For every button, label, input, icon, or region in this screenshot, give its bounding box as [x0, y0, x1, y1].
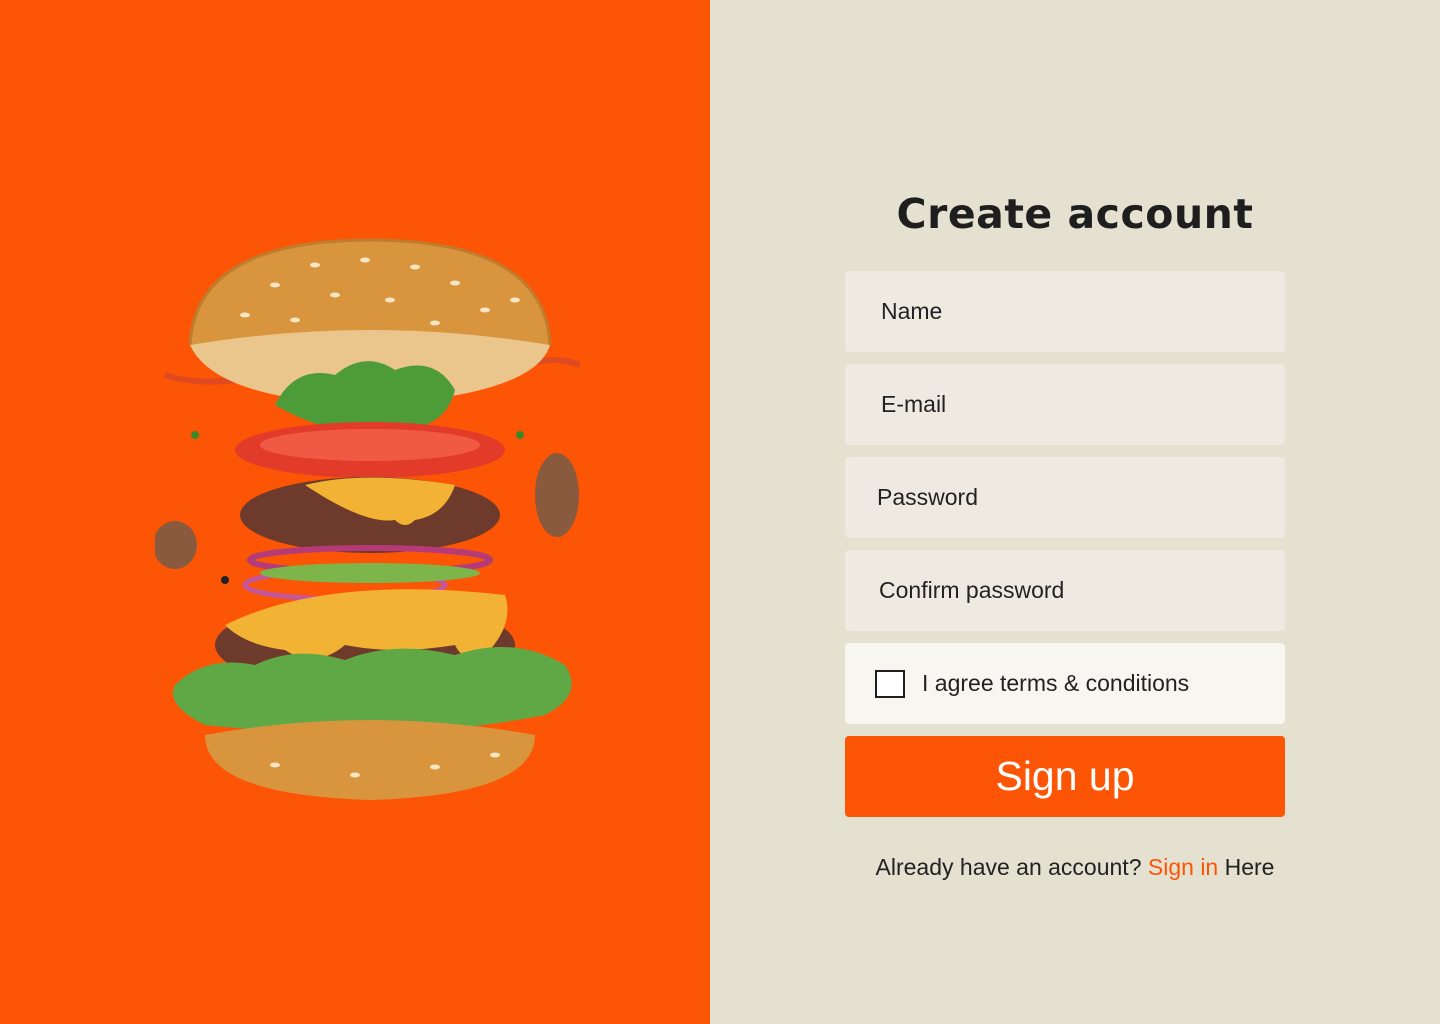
name-input[interactable]	[879, 297, 1285, 326]
sign-up-button[interactable]: Sign up	[845, 736, 1285, 817]
signup-page: Create account I agree terms & condition…	[0, 0, 1440, 1024]
email-input[interactable]	[879, 390, 1285, 419]
email-field[interactable]	[845, 364, 1285, 445]
sign-in-link[interactable]: Sign in	[1148, 854, 1218, 880]
confirm-password-field[interactable]	[845, 550, 1285, 631]
burger-image	[155, 205, 582, 845]
sign-in-suffix: Here	[1224, 854, 1275, 880]
sign-in-prompt: Already have an account? Sign in Here	[710, 854, 1440, 881]
signup-form-panel: Create account I agree terms & condition…	[710, 0, 1440, 1024]
terms-row: I agree terms & conditions	[845, 643, 1285, 724]
password-input[interactable]	[875, 483, 1285, 512]
hero-panel	[0, 0, 710, 1024]
password-field[interactable]	[845, 457, 1285, 538]
name-field[interactable]	[845, 271, 1285, 352]
terms-checkbox[interactable]	[875, 669, 905, 698]
terms-label: I agree terms & conditions	[922, 670, 1190, 696]
confirm-password-input[interactable]	[877, 576, 1285, 605]
sign-in-prompt-text: Already have an account?	[875, 854, 1142, 880]
page-title: Create account	[896, 190, 1254, 238]
